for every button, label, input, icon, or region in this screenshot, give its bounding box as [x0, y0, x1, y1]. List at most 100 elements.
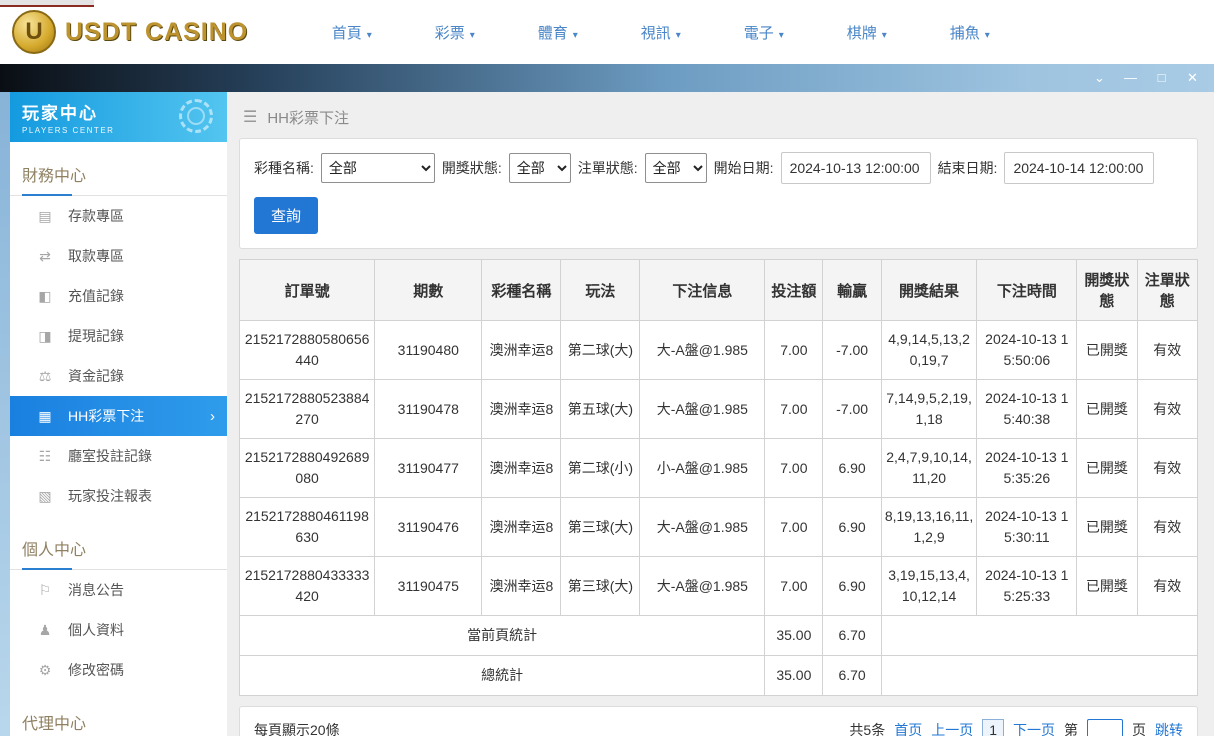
hall-icon: ☷ — [36, 448, 54, 465]
nav-item-video[interactable]: 視訊▾ — [609, 22, 712, 43]
current-page-indicator[interactable]: 1 — [982, 719, 1004, 736]
poker-chip-inner-icon — [187, 107, 205, 125]
col-period: 期數 — [375, 260, 482, 321]
cell-draw-result: 2,4,7,9,10,14,11,20 — [881, 439, 977, 498]
sidebar-item-withdraw[interactable]: ⇄ 取款專區 — [10, 236, 227, 276]
sidebar-item-hall-bet-records[interactable]: ☷ 廳室投註記錄 — [10, 436, 227, 476]
cell-order-id: 2152172880433333420 — [240, 557, 375, 616]
prev-page-link[interactable]: 上一页 — [931, 720, 973, 736]
cell-period: 31190480 — [375, 321, 482, 380]
cell-bet-time: 2024-10-13 15:40:38 — [977, 380, 1077, 439]
cell-bet-info: 大-A盤@1.985 — [640, 498, 765, 557]
jump-button[interactable]: 跳转 — [1155, 720, 1183, 736]
col-order-status: 注單狀態 — [1137, 260, 1197, 321]
nav-item-lottery[interactable]: 彩票▾ — [403, 22, 506, 43]
chevron-down-icon: ▾ — [470, 30, 475, 41]
chevron-right-icon: › — [210, 408, 215, 425]
table-row: 2152172880433333420 31190475 澳洲幸运8 第三球(大… — [240, 557, 1198, 616]
window-close-icon[interactable]: ✕ — [1177, 64, 1208, 92]
table-header-row: 訂單號 期數 彩種名稱 玩法 下注信息 投注額 輸贏 開獎結果 下注時間 開獎狀… — [240, 260, 1198, 321]
cell-lottery-name: 澳洲幸运8 — [482, 439, 561, 498]
window-maximize-icon[interactable]: □ — [1146, 64, 1177, 92]
nav-item-boardgames[interactable]: 棋牌▾ — [815, 22, 918, 43]
draw-status-label: 開獎狀態: — [442, 158, 502, 178]
cell-winloss: 6.90 — [823, 498, 881, 557]
hamburger-icon[interactable]: ☰ — [243, 107, 257, 127]
sidebar-item-label: 玩家投注報表 — [68, 486, 152, 506]
sidebar-item-fund-records[interactable]: ⚖ 資金記錄 — [10, 356, 227, 396]
sidebar-item-label: 消息公告 — [68, 580, 124, 600]
cell-play-type: 第五球(大) — [561, 380, 640, 439]
browser-tab-fragment — [0, 0, 94, 7]
chevron-down-icon: ▾ — [676, 30, 681, 41]
sidebar-item-player-bet-report[interactable]: ▧ 玩家投注報表 — [10, 476, 227, 516]
col-bet-amount: 投注額 — [765, 260, 823, 321]
chevron-down-icon: ▾ — [779, 30, 784, 41]
table-row: 2152172880492689080 31190477 澳洲幸运8 第二球(小… — [240, 439, 1198, 498]
bets-table: 訂單號 期數 彩種名稱 玩法 下注信息 投注額 輸贏 開獎結果 下注時間 開獎狀… — [239, 259, 1198, 696]
lottery-name-label: 彩種名稱: — [254, 158, 314, 178]
cell-order-status: 有效 — [1137, 321, 1197, 380]
cell-order-id: 2152172880492689080 — [240, 439, 375, 498]
cell-order-id: 2152172880523884270 — [240, 380, 375, 439]
page-title: HH彩票下注 — [267, 107, 349, 128]
sidebar-item-change-password[interactable]: ⚙ 修改密碼 — [10, 650, 227, 690]
total-summary-row: 總統計 35.00 6.70 — [240, 656, 1198, 696]
col-draw-status: 開獎狀態 — [1077, 260, 1137, 321]
cell-period: 31190478 — [375, 380, 482, 439]
col-lottery-name: 彩種名稱 — [482, 260, 561, 321]
nav-item-fishing[interactable]: 捕魚▾ — [918, 22, 1021, 43]
sidebar-item-label: 廳室投註記錄 — [68, 446, 152, 466]
site-logo[interactable]: U USDT CASINO — [12, 10, 248, 54]
next-page-link[interactable]: 下一页 — [1013, 720, 1055, 736]
sidebar-item-recharge-records[interactable]: ◧ 充值記錄 — [10, 276, 227, 316]
site-topnav: U USDT CASINO 首頁▾ 彩票▾ 體育▾ 視訊▾ 電子▾ 棋牌▾ 捕魚… — [0, 0, 1214, 64]
search-button[interactable]: 查詢 — [254, 197, 318, 234]
window-minimize-icon[interactable]: — — [1115, 64, 1146, 92]
nav-item-sports[interactable]: 體育▾ — [506, 22, 609, 43]
sidebar-item-label: 修改密碼 — [68, 660, 124, 680]
filter-row: 彩種名稱: 全部 開獎狀態: 全部 注單狀態: 全部 開始日期: 結束日期: — [254, 152, 1183, 184]
lottery-name-select[interactable]: 全部 — [321, 153, 435, 183]
cell-bet-info: 大-A盤@1.985 — [640, 321, 765, 380]
window-chevron-icon[interactable]: ⌄ — [1084, 64, 1115, 92]
order-status-select[interactable]: 全部 — [645, 153, 707, 183]
col-bet-info: 下注信息 — [640, 260, 765, 321]
cell-bet-time: 2024-10-13 15:35:26 — [977, 439, 1077, 498]
cell-draw-result: 3,19,15,13,4,10,12,14 — [881, 557, 977, 616]
draw-status-select[interactable]: 全部 — [509, 153, 571, 183]
sidebar-item-label: 提現記錄 — [68, 326, 124, 346]
main-content: ☰ HH彩票下注 彩種名稱: 全部 開獎狀態: 全部 注單狀態: 全部 開始日期… — [227, 92, 1214, 736]
sidebar-item-announcements[interactable]: ⚐ 消息公告 — [10, 570, 227, 610]
cell-bet-time: 2024-10-13 15:25:33 — [977, 557, 1077, 616]
table-row: 2152172880580656440 31190480 澳洲幸运8 第二球(大… — [240, 321, 1198, 380]
chevron-down-icon: ▾ — [367, 30, 372, 41]
sidebar: 玩家中心 PLAYERS CENTER 財務中心 ▤ 存款專區 ⇄ 取款專區 ◧… — [10, 92, 227, 736]
sidebar-item-deposit[interactable]: ▤ 存款專區 — [10, 196, 227, 236]
section-finance-center: 財務中心 — [10, 152, 227, 196]
sidebar-item-hh-lottery-bets[interactable]: ▦ HH彩票下注 › — [10, 396, 227, 436]
page-summary-empty — [881, 616, 1197, 656]
sidebar-item-label: 存款專區 — [68, 206, 124, 226]
cell-bet-amount: 7.00 — [765, 380, 823, 439]
start-date-input[interactable] — [781, 152, 931, 184]
sidebar-item-cashout-records[interactable]: ◨ 提現記錄 — [10, 316, 227, 356]
end-date-input[interactable] — [1004, 152, 1154, 184]
nav-item-slots[interactable]: 電子▾ — [712, 22, 815, 43]
window-body: 玩家中心 PLAYERS CENTER 財務中心 ▤ 存款專區 ⇄ 取款專區 ◧… — [0, 92, 1214, 736]
cell-bet-info: 大-A盤@1.985 — [640, 380, 765, 439]
cell-bet-amount: 7.00 — [765, 498, 823, 557]
col-bet-time: 下注時間 — [977, 260, 1077, 321]
deposit-icon: ▤ — [36, 208, 54, 225]
page-number-input[interactable] — [1087, 719, 1123, 736]
cell-lottery-name: 澳洲幸运8 — [482, 380, 561, 439]
cell-period: 31190477 — [375, 439, 482, 498]
gear-icon: ⚙ — [36, 662, 54, 679]
nav-item-home[interactable]: 首頁▾ — [300, 22, 403, 43]
cell-bet-time: 2024-10-13 15:30:11 — [977, 498, 1077, 557]
first-page-link[interactable]: 首页 — [894, 720, 922, 736]
chevron-down-icon: ▾ — [985, 30, 990, 41]
sidebar-item-profile[interactable]: ♟ 個人資料 — [10, 610, 227, 650]
breadcrumb: ☰ HH彩票下注 — [239, 96, 1198, 138]
cell-lottery-name: 澳洲幸运8 — [482, 557, 561, 616]
